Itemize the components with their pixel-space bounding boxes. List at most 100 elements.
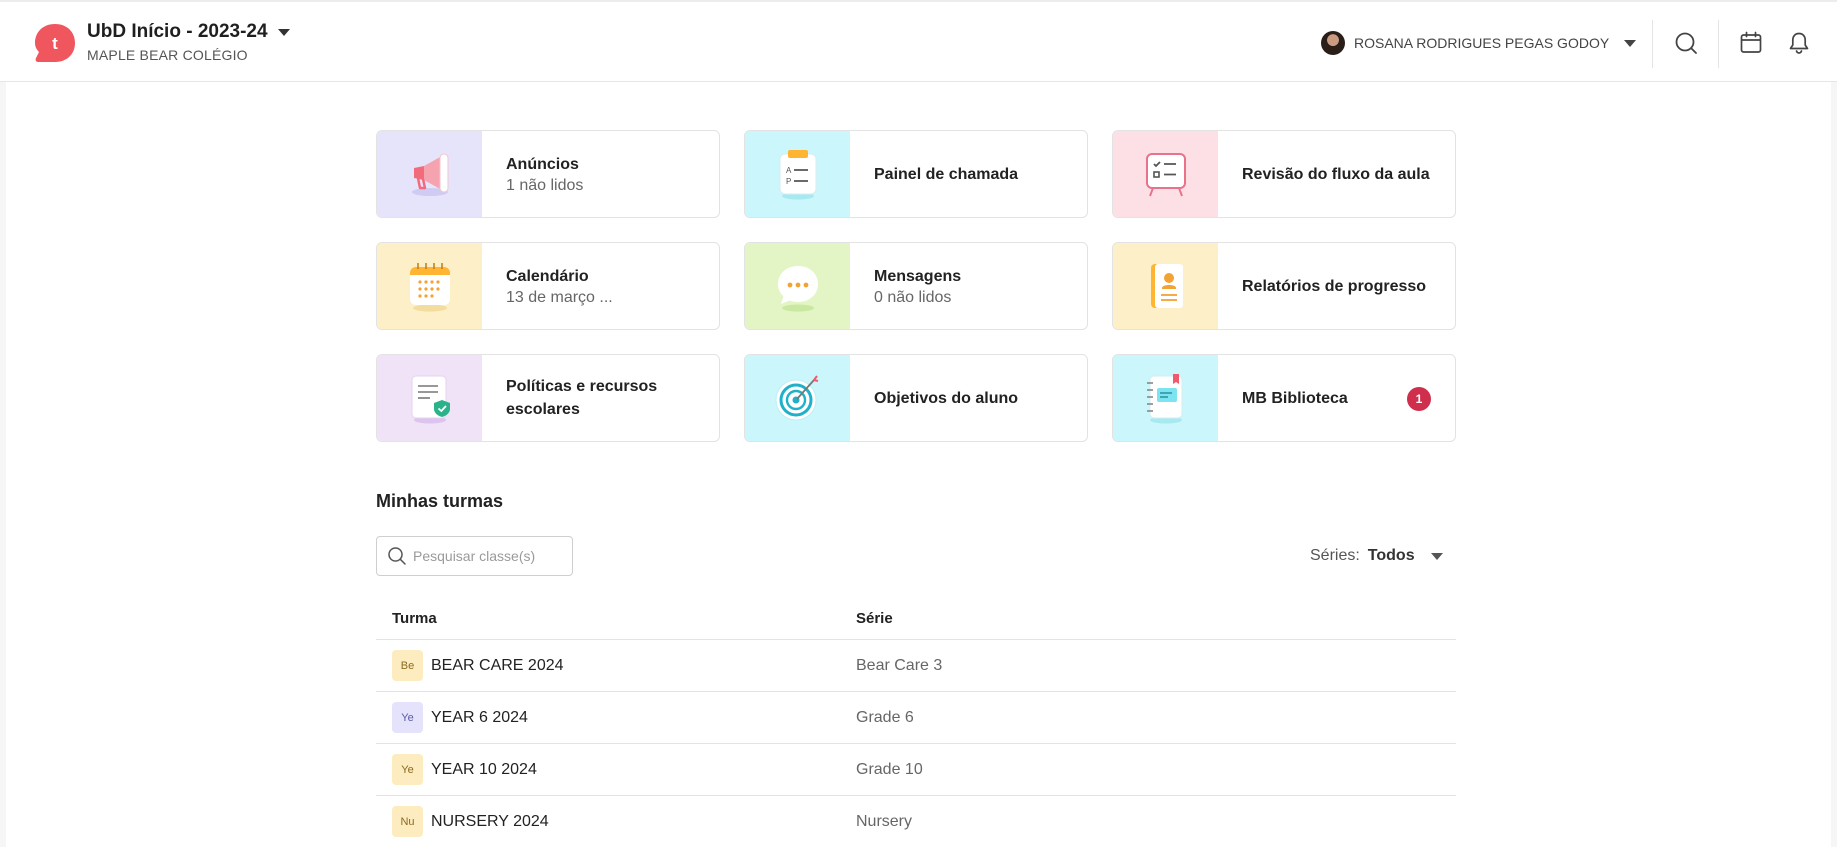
bell-icon[interactable] — [1786, 30, 1812, 56]
class-name[interactable]: NURSERY 2024 — [431, 813, 549, 831]
series-filter-value: Todos — [1367, 547, 1415, 564]
search-input[interactable] — [413, 548, 563, 564]
classes-table: Turma Série Be BEAR CARE 2024 Bear Care … — [376, 598, 1456, 847]
series-filter[interactable]: Séries: Todos — [1310, 547, 1443, 565]
header-divider — [1718, 20, 1719, 68]
class-cell: Be BEAR CARE 2024 — [376, 650, 856, 681]
target-icon — [775, 375, 818, 421]
avatar — [1321, 31, 1345, 55]
chevron-down-icon — [277, 28, 290, 36]
card-image — [377, 131, 482, 217]
class-name[interactable]: YEAR 10 2024 — [431, 761, 537, 779]
user-menu[interactable]: ROSANA RODRIGUES PEGAS GODOY — [1321, 31, 1637, 55]
series-filter-label: Séries: — [1310, 547, 1360, 564]
card-body: Políticas e recursos escolares — [482, 355, 719, 441]
svg-text:A: A — [786, 166, 792, 175]
page-right-edge — [1831, 82, 1837, 847]
card-subtitle: 0 não lidos — [874, 289, 952, 306]
card-body: Revisão do fluxo da aula — [1218, 131, 1455, 217]
card-title: Mensagens — [874, 268, 962, 285]
card-school-policies[interactable]: Políticas e recursos escolares — [376, 354, 720, 442]
card-image — [1113, 131, 1218, 217]
card-image — [1113, 355, 1218, 441]
app-title-text: UbD Início - 2023-24 — [87, 21, 268, 42]
class-cell: Ye YEAR 6 2024 — [376, 702, 856, 733]
card-body: Calendário 13 de março ... — [482, 243, 719, 329]
card-image — [377, 243, 482, 329]
class-tag: Ye — [392, 754, 423, 785]
card-body: Anúncios 1 não lidos — [482, 131, 719, 217]
card-body: Relatórios de progresso — [1218, 243, 1455, 329]
megaphone-icon — [411, 153, 448, 196]
user-name: ROSANA RODRIGUES PEGAS GODOY — [1354, 35, 1610, 51]
column-header-class: Turma — [392, 610, 437, 627]
series-cell: Grade 10 — [856, 760, 923, 778]
class-name[interactable]: BEAR CARE 2024 — [431, 657, 564, 675]
class-search[interactable] — [376, 536, 573, 576]
table-row[interactable]: Nu NURSERY 2024 Nursery — [376, 796, 1456, 847]
svg-text:P: P — [786, 177, 791, 186]
search-icon[interactable] — [1673, 30, 1699, 56]
class-tag: Ye — [392, 702, 423, 733]
card-title: Políticas e recursos escolares — [506, 378, 658, 418]
app-logo-icon[interactable]: t — [34, 22, 76, 64]
card-title: Calendário — [506, 268, 589, 285]
calendar-illustration-icon — [409, 263, 450, 312]
card-body: MB Biblioteca 1 — [1218, 355, 1455, 441]
card-student-goals[interactable]: Objetivos do aluno — [744, 354, 1088, 442]
card-image — [745, 355, 850, 441]
search-icon — [388, 547, 406, 565]
series-cell: Bear Care 3 — [856, 656, 943, 674]
chevron-down-icon — [1430, 552, 1443, 560]
card-body: Objetivos do aluno — [850, 355, 1087, 441]
card-calendar[interactable]: Calendário 13 de março ... — [376, 242, 720, 330]
card-title: Painel de chamada — [874, 165, 1019, 183]
series-cell: Nursery — [856, 812, 913, 830]
table-row[interactable]: Be BEAR CARE 2024 Bear Care 3 — [376, 640, 1456, 692]
class-tag: Nu — [392, 806, 423, 837]
school-name: MAPLE BEAR COLÉGIO — [87, 47, 248, 63]
top-header: t UbD Início - 2023-24 MAPLE BEAR COLÉGI… — [0, 0, 1837, 82]
page-left-edge — [0, 82, 6, 847]
card-messages[interactable]: Mensagens 0 não lidos — [744, 242, 1088, 330]
card-progress-reports[interactable]: Relatórios de progresso — [1112, 242, 1456, 330]
class-cell: Ye YEAR 10 2024 — [376, 754, 856, 785]
card-image: A P — [745, 131, 850, 217]
card-attendance[interactable]: A P Painel de chamada — [744, 130, 1088, 218]
card-title: Objetivos do aluno — [874, 389, 1019, 407]
card-title: Relatórios de progresso — [1242, 277, 1427, 295]
card-subtitle: 1 não lidos — [506, 177, 584, 194]
logo-letter: t — [52, 34, 58, 53]
card-subtitle: 13 de março ... — [506, 289, 613, 306]
table-row[interactable]: Ye YEAR 6 2024 Grade 6 — [376, 692, 1456, 744]
column-header-series: Série — [856, 610, 893, 627]
card-announcements[interactable]: Anúncios 1 não lidos — [376, 130, 720, 218]
card-body: Mensagens 0 não lidos — [850, 243, 1087, 329]
notification-badge: 1 — [1407, 387, 1431, 411]
series-cell: Grade 6 — [856, 708, 914, 726]
card-image — [1113, 243, 1218, 329]
class-tag: Be — [392, 650, 423, 681]
checklist-board-icon — [1145, 153, 1186, 197]
card-image — [745, 243, 850, 329]
class-cell: Nu NURSERY 2024 — [376, 806, 856, 837]
card-mb-library[interactable]: MB Biblioteca 1 — [1112, 354, 1456, 442]
header-divider — [1652, 20, 1653, 68]
notebook-icon — [1146, 374, 1182, 424]
class-name[interactable]: YEAR 6 2024 — [431, 709, 528, 727]
report-book-icon — [1150, 264, 1183, 308]
app-switcher[interactable]: UbD Início - 2023-24 MAPLE BEAR COLÉGIO — [87, 21, 290, 63]
card-title: Anúncios — [506, 156, 579, 173]
table-header: Turma Série — [376, 598, 1456, 640]
section-title: Minhas turmas — [376, 491, 504, 511]
card-body: Painel de chamada — [850, 131, 1087, 217]
table-row[interactable]: Ye YEAR 10 2024 Grade 10 — [376, 744, 1456, 796]
calendar-icon[interactable] — [1738, 30, 1764, 56]
card-lesson-flow-review[interactable]: Revisão do fluxo da aula — [1112, 130, 1456, 218]
card-image — [377, 355, 482, 441]
chevron-down-icon — [1624, 39, 1637, 47]
chat-bubble-icon — [777, 266, 818, 312]
app-title[interactable]: UbD Início - 2023-24 — [87, 21, 290, 43]
attendance-clipboard-icon: A P — [779, 150, 816, 200]
card-title: Revisão do fluxo da aula — [1242, 165, 1430, 183]
